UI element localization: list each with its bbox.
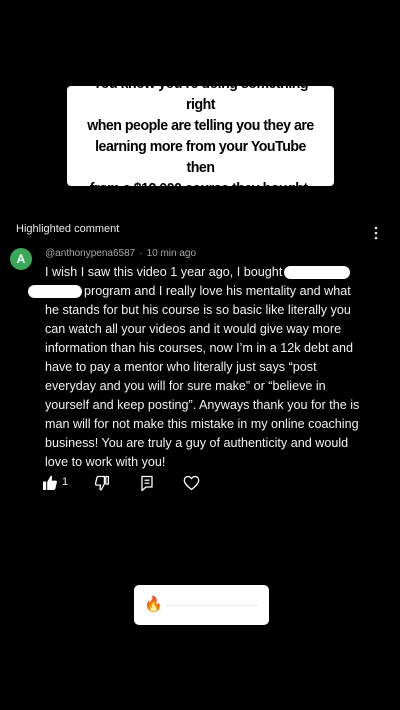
caption-line: learning more from your YouTube then [95,138,306,176]
comment-line: he stands for but his course is so basic… [45,303,351,317]
reply-icon[interactable] [140,474,154,492]
avatar[interactable]: A [10,248,32,270]
redaction-mark [284,266,351,280]
comment-line: love to work with you! [45,455,166,469]
thumbs-down-icon[interactable] [94,474,110,492]
comment-line-text: I wish I saw this video 1 year ago, I bo… [45,265,283,279]
caption-text: You know you’re doing something right wh… [82,73,319,199]
comment-author[interactable]: @anthonypena6587 [45,248,135,259]
reply-input-underline [166,605,258,606]
comment-line: program and I really love his mentality … [28,282,385,301]
comment-line-text: program and I really love his mentality … [84,284,351,298]
comment-line: have to pay a mentor who literally just … [45,360,317,374]
comment-line: yourself and keep posting”. Anyways than… [45,398,360,412]
comment-line: information than his courses, now I’m in… [45,341,354,355]
comment-body: I wish I saw this video 1 year ago, I bo… [28,263,385,472]
heart-icon[interactable] [183,474,200,492]
comment-line: I wish I saw this video 1 year ago, I bo… [45,263,385,282]
redaction-mark [28,285,82,299]
caption-line: from a $12,000 course they bought. [89,180,312,197]
reply-sticker[interactable]: 🔥 [134,585,269,625]
caption-line: You know you’re doing something right [92,75,309,113]
caption-line: when people are telling you they are [87,117,314,134]
comment-time: 10 min ago [146,248,197,259]
highlighted-comment-label: Highlighted comment [16,223,120,235]
more-vertical-icon[interactable] [372,225,380,241]
like-count: 1 [62,476,69,488]
caption-box: You know you’re doing something right wh… [67,75,334,197]
comment-line: everyday and you will for sure make” or … [45,379,326,393]
thumbs-up-icon[interactable] [42,474,58,492]
comment-meta: @anthonypena6587 · 10 min ago [45,248,196,259]
fire-emoji: 🔥 [144,596,163,613]
comment-line: business! You are truly a guy of authent… [45,436,349,450]
comment-line: man will for not make this mistake in my… [45,417,359,431]
comment-line: can watch all your videos and it would g… [45,322,342,336]
meta-separator: · [139,248,143,259]
